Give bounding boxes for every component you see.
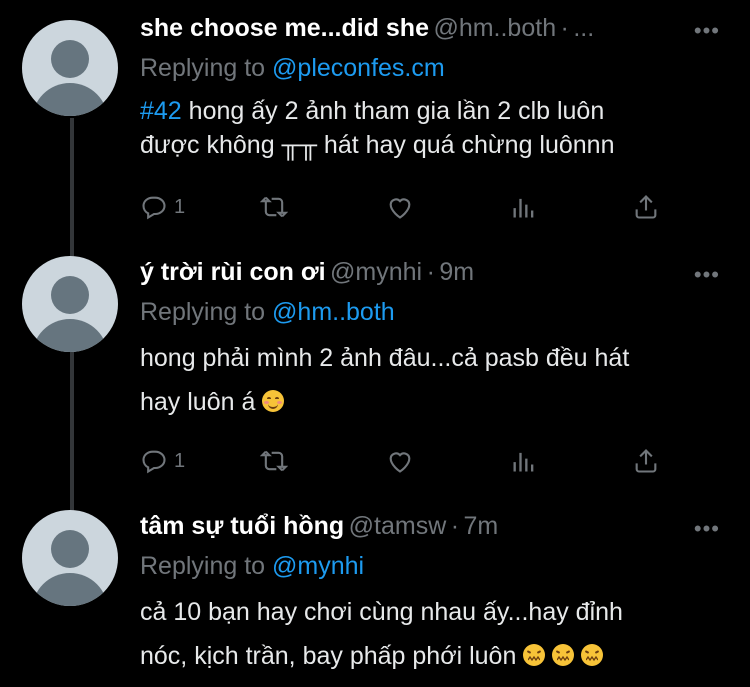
display-name[interactable]: ý trời rùi con ơi (140, 258, 326, 286)
reply-icon (142, 196, 166, 220)
mention-link[interactable]: @mynhi (272, 552, 364, 580)
tweet-text: hong phải mình 2 ảnh đâu...cả pasb đều h… (140, 336, 720, 424)
retweet-button[interactable] (260, 446, 288, 476)
share-icon (635, 195, 657, 219)
like-button[interactable] (386, 446, 414, 476)
reply-button[interactable]: 1 (140, 446, 185, 476)
avatar[interactable] (22, 20, 118, 116)
handle[interactable]: @hm..both (433, 14, 556, 42)
display-name[interactable]: tâm sự tuổi hồng (140, 512, 344, 540)
like-icon (389, 198, 411, 219)
confounded-face-emoji (523, 644, 546, 667)
mention-link[interactable]: @hm..both (272, 298, 395, 326)
tweet-header: she choose me...did she @hm..both · ... … (140, 14, 750, 50)
replying-label: Replying to (140, 54, 266, 82)
reply-button[interactable]: 1 (140, 192, 185, 222)
replying-label: Replying to (140, 298, 266, 326)
more-options-icon[interactable]: ••• (694, 20, 720, 42)
views-icon (513, 452, 534, 472)
retweet-button[interactable] (260, 192, 288, 222)
separator: · (560, 14, 569, 42)
smiling-face-emoji (262, 390, 285, 413)
thread-line-2 (70, 352, 74, 512)
tweet-header: ý trời rùi con ơi @mynhi · 9m ••• (140, 258, 750, 294)
avatar[interactable] (22, 510, 118, 606)
tweet-actions: 1 (140, 446, 680, 476)
tweet: tâm sự tuổi hồng @tamsw · 7m ••• Replyin… (140, 512, 750, 678)
confounded-face-emoji (581, 644, 604, 667)
tweet-actions: 1 (140, 192, 680, 222)
tweet-text: cả 10 bạn hay chơi cùng nhau ấy...hay đỉ… (140, 590, 720, 678)
tweet: ý trời rùi con ơi @mynhi · 9m ••• Replyi… (140, 258, 750, 424)
more-options-icon[interactable]: ••• (694, 264, 720, 286)
handle[interactable]: @tamsw (349, 512, 447, 540)
share-button[interactable] (632, 446, 660, 476)
tweet: she choose me...did she @hm..both · ... … (140, 14, 750, 162)
timestamp[interactable]: 7m (464, 512, 499, 540)
separator: · (426, 258, 435, 286)
timestamp: ... (573, 14, 595, 42)
hashtag-link[interactable]: #42 (140, 97, 182, 125)
handle[interactable]: @mynhi (330, 258, 422, 286)
avatar[interactable] (22, 256, 118, 352)
views-button[interactable] (510, 192, 538, 222)
separator: · (450, 512, 460, 540)
tweet-text: #42 hong ấy 2 ảnh tham gia lần 2 clb luô… (140, 94, 720, 162)
more-options-icon[interactable]: ••• (694, 518, 720, 540)
confounded-face-emoji (552, 644, 575, 667)
retweet-icon (260, 196, 288, 218)
like-icon (389, 452, 411, 473)
reply-count: 1 (174, 195, 186, 218)
tweet-text-line: hay luôn á (140, 388, 256, 416)
like-button[interactable] (386, 192, 414, 222)
tweet-header: tâm sự tuổi hồng @tamsw · 7m ••• (140, 512, 750, 548)
tweet-text-line: hong ấy 2 ảnh tham gia lần 2 clb luôn (181, 97, 605, 125)
reply-icon (142, 450, 166, 474)
replying-to: Replying to @mynhi (140, 548, 750, 584)
mention-link[interactable]: @pleconfes.cm (272, 54, 445, 82)
replying-to: Replying to @pleconfes.cm (140, 50, 750, 86)
tweet-text-line: được không ╥╥ hát hay quá chừng luônnn (140, 131, 615, 159)
views-icon (513, 198, 534, 218)
replying-label: Replying to (140, 552, 266, 580)
replying-to: Replying to @hm..both (140, 294, 750, 330)
tweet-text-line: cả 10 bạn hay chơi cùng nhau ấy...hay đỉ… (140, 598, 623, 626)
timestamp[interactable]: 9m (439, 258, 474, 286)
reply-count: 1 (174, 449, 186, 472)
retweet-icon (260, 450, 288, 472)
thread-line-1 (70, 118, 74, 258)
share-icon (635, 449, 657, 473)
display-name[interactable]: she choose me...did she (140, 14, 429, 42)
share-button[interactable] (632, 192, 660, 222)
tweet-text-line: nóc, kịch trần, bay phấp phới luôn (140, 642, 517, 670)
views-button[interactable] (510, 446, 538, 476)
tweet-text-line: hong phải mình 2 ảnh đâu...cả pasb đều h… (140, 344, 630, 372)
